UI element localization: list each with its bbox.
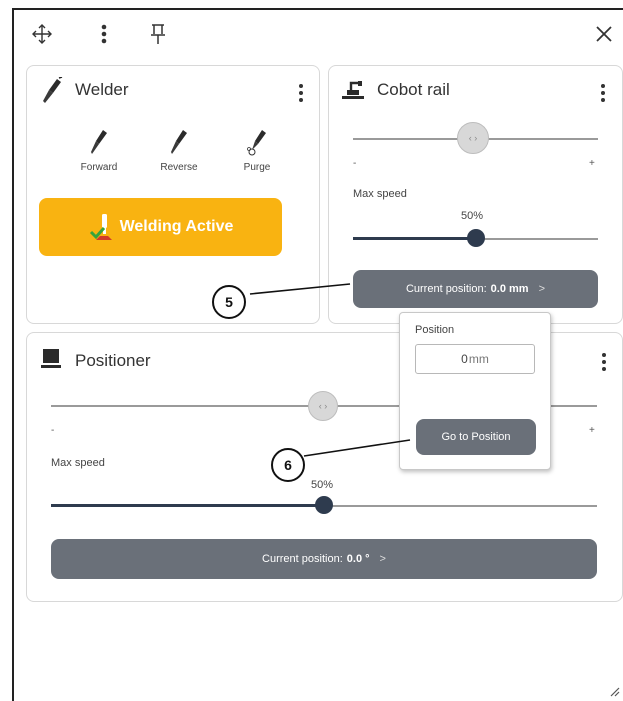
callout-5: 5 bbox=[212, 285, 246, 319]
callout-6: 6 bbox=[271, 448, 305, 482]
callout-lines bbox=[249, 283, 411, 457]
